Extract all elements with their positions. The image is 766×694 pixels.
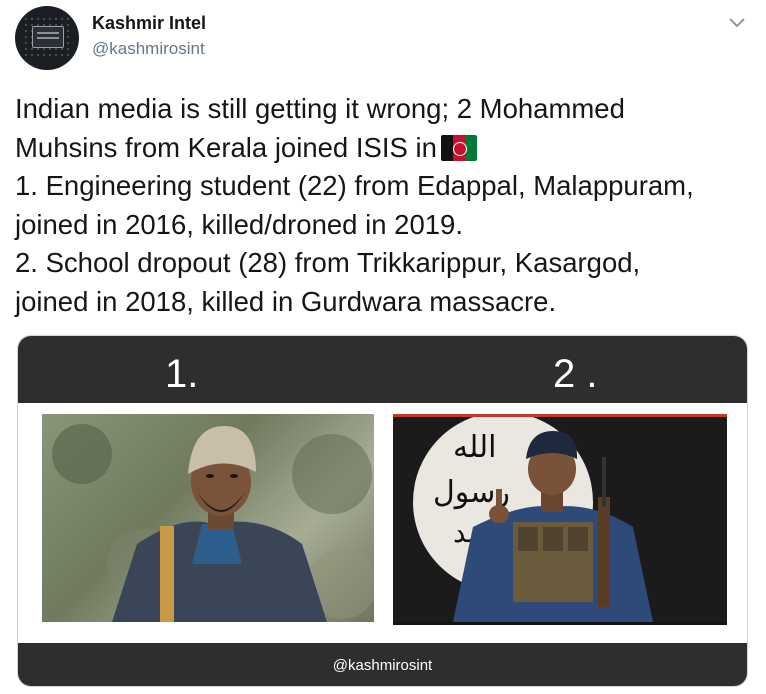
author-name[interactable]: Kashmir Intel <box>92 13 206 34</box>
photo-label-2: 2 . <box>553 352 598 396</box>
photo-person-2: الله رسول محمد <box>393 414 727 625</box>
avatar[interactable] <box>15 6 79 70</box>
tweet-line-1: 1. Engineering student (22) from Edappal… <box>15 170 694 201</box>
photo-label-1: 1. <box>165 352 199 396</box>
media-watermark: @kashmirosint <box>332 657 433 674</box>
tweet-text: Indian media is still getting it wrong; … <box>15 90 735 321</box>
tweet-media-image[interactable]: 1. 2 . الله رسول @kashmirosint <box>17 335 748 687</box>
tweet-line-3: 2. School dropout (28) from Trikkarippur… <box>15 247 641 278</box>
tweet-text-intro: Indian media is still getting it wrong; … <box>15 93 625 163</box>
photo-person-1 <box>42 414 374 622</box>
flag-arabic-text: الله <box>453 430 497 465</box>
tweet-line-2: joined in 2016, killed/droned in 2019. <box>15 208 463 240</box>
author-handle[interactable]: @kashmirosint <box>92 39 205 59</box>
avatar-monitor-icon <box>32 26 64 48</box>
chevron-down-icon[interactable] <box>727 15 747 29</box>
tweet-line-4: joined in 2018, killed in Gurdwara massa… <box>15 285 557 317</box>
afghanistan-flag-icon <box>440 134 477 161</box>
media-header-bar <box>18 336 747 403</box>
